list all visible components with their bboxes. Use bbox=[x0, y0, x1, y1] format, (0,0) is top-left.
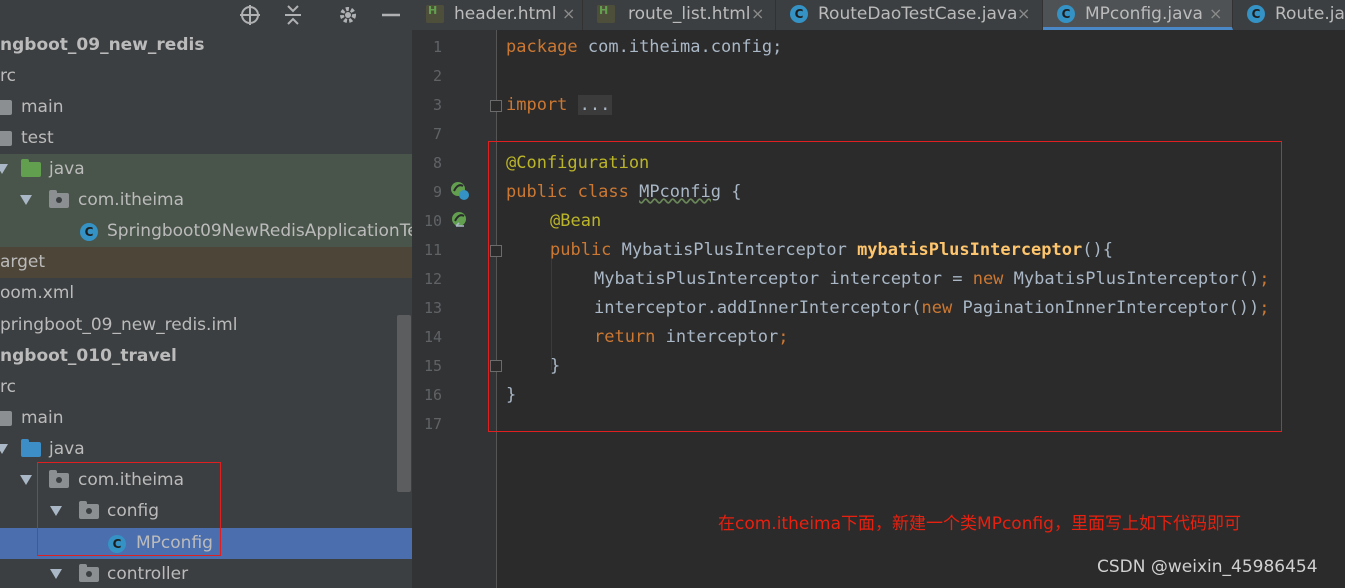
tab-header-html[interactable]: header.html × bbox=[412, 0, 583, 30]
tree-item-label: ngboot_010_travel bbox=[0, 346, 177, 366]
line-number: 2 bbox=[432, 67, 442, 85]
line-number: 3 bbox=[432, 96, 442, 114]
tree-item-main-java[interactable]: java bbox=[0, 434, 412, 465]
spring-bean-gutter-icon[interactable] bbox=[450, 181, 470, 201]
tree-item-main[interactable]: main bbox=[0, 403, 412, 434]
tab-label: RouteDaoTestCase.java bbox=[818, 4, 1018, 24]
close-tab-icon[interactable]: × bbox=[1209, 0, 1222, 28]
package-icon bbox=[49, 190, 69, 208]
tree-item-controller[interactable]: controller bbox=[0, 559, 412, 588]
test-folder-icon bbox=[21, 159, 41, 177]
tab-route-java[interactable]: C Route.jav bbox=[1233, 0, 1345, 30]
line-number: 16 bbox=[423, 386, 442, 404]
tree-item-label: Springboot09NewRedisApplicationTe bbox=[107, 221, 412, 241]
line-number: 11 bbox=[423, 241, 442, 259]
crosshair-icon[interactable] bbox=[234, 0, 266, 30]
tree-item-package[interactable]: com.itheima bbox=[0, 185, 412, 216]
tree-item-pom[interactable]: oom.xml bbox=[0, 278, 412, 309]
line-number: 9 bbox=[432, 183, 442, 201]
folder-icon bbox=[0, 100, 12, 115]
expand-arrow-icon[interactable] bbox=[0, 164, 8, 174]
minimize-icon[interactable] bbox=[375, 0, 407, 30]
project-scrollbar[interactable] bbox=[397, 315, 411, 492]
tree-item-label: main bbox=[21, 97, 64, 117]
gear-icon[interactable] bbox=[332, 0, 364, 30]
tree-item-src[interactable]: rc bbox=[0, 372, 412, 403]
keyword: import bbox=[506, 95, 568, 115]
line-number: 1 bbox=[432, 38, 442, 56]
tree-item-label: controller bbox=[107, 564, 189, 584]
line-number: 8 bbox=[432, 154, 442, 172]
html-file-icon bbox=[426, 0, 444, 25]
line-number: 7 bbox=[432, 125, 442, 143]
code-line-3: import ... bbox=[506, 91, 613, 120]
tree-item-iml[interactable]: pringboot_09_new_redis.iml bbox=[0, 310, 412, 341]
fold-marker-icon[interactable] bbox=[490, 100, 502, 112]
expand-arrow-icon[interactable] bbox=[20, 475, 32, 485]
line-number: 15 bbox=[423, 357, 442, 375]
spring-bean-gutter-icon[interactable] bbox=[450, 210, 470, 230]
tab-route-list-html[interactable]: route_list.html × bbox=[583, 0, 776, 30]
tree-item-label: com.itheima bbox=[78, 190, 185, 210]
tab-mpconfig-java[interactable]: C MPconfig.java × bbox=[1043, 0, 1233, 30]
close-tab-icon[interactable]: × bbox=[751, 0, 764, 28]
java-class-icon: C bbox=[1057, 5, 1075, 23]
annotation-note: 在com.itheima下面，新建一个类MPconfig，里面写上如下代码即可 bbox=[718, 514, 1241, 534]
tree-item-test-class[interactable]: C Springboot09NewRedisApplicationTe bbox=[0, 216, 412, 247]
tree-item-label: pringboot_09_new_redis.iml bbox=[0, 315, 238, 335]
java-class-icon: C bbox=[790, 5, 808, 23]
tree-item-main[interactable]: main bbox=[0, 92, 412, 123]
line-number: 10 bbox=[423, 212, 442, 230]
java-test-class-icon: C bbox=[80, 223, 98, 241]
tree-item-module-travel[interactable]: ngboot_010_travel bbox=[0, 341, 412, 372]
tree-item-label: ngboot_09_new_redis bbox=[0, 35, 205, 55]
line-number: 17 bbox=[423, 415, 442, 433]
line-number: 14 bbox=[423, 328, 442, 346]
folder-icon bbox=[0, 131, 12, 146]
line-number: 13 bbox=[423, 299, 442, 317]
tree-item-module-redis[interactable]: ngboot_09_new_redis bbox=[0, 30, 412, 61]
line-number: 12 bbox=[423, 270, 442, 288]
tree-item-label: test bbox=[21, 128, 54, 148]
tree-item-test[interactable]: test bbox=[0, 123, 412, 154]
tab-label: Route.jav bbox=[1275, 4, 1345, 24]
tree-item-label: arget bbox=[0, 252, 46, 272]
tree-item-label: main bbox=[21, 408, 64, 428]
close-tab-icon[interactable]: × bbox=[562, 0, 575, 28]
tree-item-label: oom.xml bbox=[0, 283, 75, 303]
expand-arrow-icon[interactable] bbox=[20, 195, 32, 205]
editor-gutter: 1 2 3 7 8 9 10 11 12 13 14 15 16 17 bbox=[412, 30, 502, 588]
expand-arrow-icon[interactable] bbox=[0, 444, 8, 454]
code-text: com.itheima.config; bbox=[577, 37, 783, 57]
keyword: package bbox=[506, 37, 578, 57]
package-icon bbox=[79, 564, 99, 582]
tree-item-label: java bbox=[49, 439, 85, 459]
watermark: CSDN @weixin_45986454 bbox=[1097, 557, 1318, 577]
tree-item-label: rc bbox=[0, 66, 16, 86]
tree-item-src[interactable]: rc bbox=[0, 61, 412, 92]
source-folder-icon bbox=[21, 439, 41, 457]
tree-item-test-java[interactable]: java bbox=[0, 154, 412, 185]
editor-tab-bar: header.html × route_list.html × C RouteD… bbox=[412, 0, 1345, 30]
tree-item-label: rc bbox=[0, 377, 16, 397]
code-highlight-box bbox=[488, 141, 1282, 432]
tree-item-label: java bbox=[49, 159, 85, 179]
tab-label: header.html bbox=[454, 4, 557, 24]
collapse-all-icon[interactable] bbox=[277, 0, 309, 30]
tab-routedaotestcase-java[interactable]: C RouteDaoTestCase.java × bbox=[776, 0, 1043, 30]
expand-arrow-icon[interactable] bbox=[50, 569, 62, 579]
html-file-icon bbox=[597, 0, 615, 25]
tree-item-target[interactable]: arget bbox=[0, 247, 412, 278]
code-line-1: package com.itheima.config; bbox=[506, 33, 782, 62]
close-tab-icon[interactable]: × bbox=[1017, 0, 1030, 28]
folded-imports[interactable]: ... bbox=[577, 95, 613, 115]
java-class-icon: C bbox=[1247, 5, 1265, 23]
project-toolbar bbox=[0, 0, 412, 30]
tree-highlight-box bbox=[37, 462, 221, 556]
tab-label: route_list.html bbox=[628, 4, 751, 24]
tab-label: MPconfig.java bbox=[1085, 4, 1203, 24]
folder-icon bbox=[0, 411, 12, 426]
